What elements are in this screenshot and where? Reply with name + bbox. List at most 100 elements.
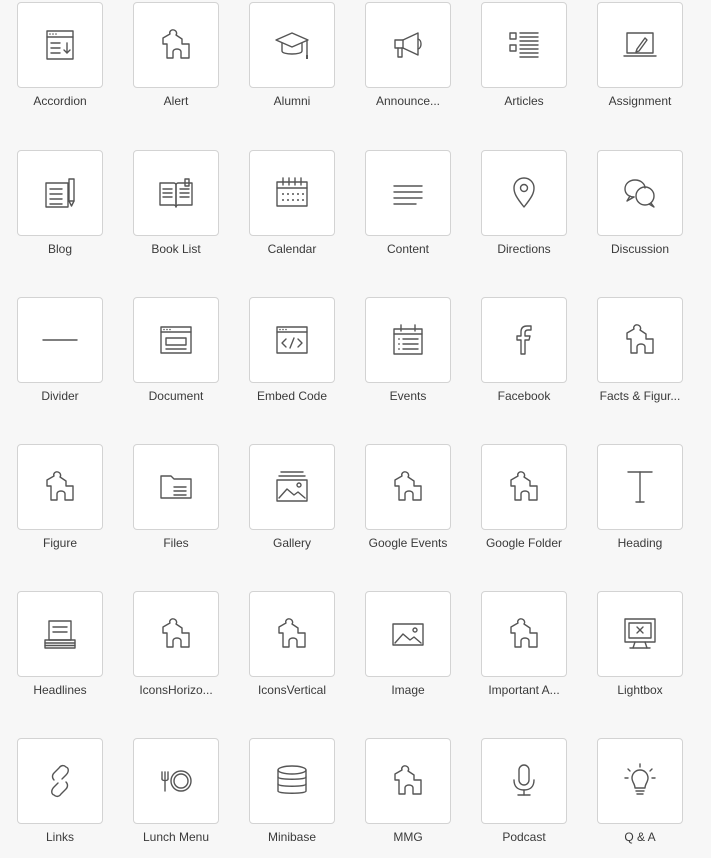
widget-tile[interactable] [365,150,451,236]
book-icon [156,173,196,213]
widget-tile[interactable] [481,444,567,530]
accordion-icon [40,25,80,65]
widget-tile[interactable] [597,150,683,236]
widget-minibase[interactable]: Minibase [235,738,339,858]
widget-accordion[interactable]: Accordion [3,2,107,122]
widget-lunch-menu[interactable]: Lunch Menu [119,738,223,858]
widget-tile[interactable] [133,738,219,824]
widget-tile[interactable] [17,297,103,383]
widget-divider[interactable]: Divider [3,297,107,417]
widget-tile[interactable] [365,444,451,530]
widget-tile[interactable] [365,591,451,677]
widget-lightbox[interactable]: Lightbox [583,591,687,711]
widget-label: IconsHorizo... [139,683,213,697]
widget-tile[interactable] [133,2,219,88]
headlines-icon [40,614,80,654]
widget-google-events[interactable]: Google Events [351,444,455,564]
widget-tile[interactable] [597,444,683,530]
widget-tile[interactable] [481,738,567,824]
database-icon [272,761,312,801]
widget-tile[interactable] [597,738,683,824]
widget-label: IconsVertical [257,683,327,697]
widget-tile[interactable] [481,150,567,236]
widget-label: Embed Code [256,389,328,403]
widget-files[interactable]: Files [119,444,223,564]
puzzle-icon [388,467,428,507]
widget-tile[interactable] [481,297,567,383]
widget-tile[interactable] [249,297,335,383]
map-pin-icon [504,173,544,213]
widget-image[interactable]: Image [351,591,455,711]
plate-fork-icon [156,761,196,801]
megaphone-icon [388,25,428,65]
widget-tile[interactable] [597,2,683,88]
widget-headlines[interactable]: Headlines [3,591,107,711]
widget-label: Blog [47,242,73,256]
widget-tile[interactable] [249,2,335,88]
widget-facts-figur[interactable]: Facts & Figur... [583,297,687,417]
widget-label: Lunch Menu [142,830,210,844]
widget-events[interactable]: Events [351,297,455,417]
widget-alert[interactable]: Alert [119,2,223,122]
widget-facebook[interactable]: Facebook [467,297,571,417]
widget-figure[interactable]: Figure [3,444,107,564]
widget-tile[interactable] [365,738,451,824]
widget-heading[interactable]: Heading [583,444,687,564]
widget-tile[interactable] [481,2,567,88]
widget-label: Alert [163,94,189,108]
widget-tile[interactable] [365,2,451,88]
widget-content[interactable]: Content [351,150,455,270]
widget-embed-code[interactable]: Embed Code [235,297,339,417]
widget-tile[interactable] [249,591,335,677]
widget-calendar[interactable]: Calendar [235,150,339,270]
widget-tile[interactable] [249,150,335,236]
widget-tile[interactable] [133,297,219,383]
widget-tile[interactable] [133,591,219,677]
puzzle-icon [156,614,196,654]
widget-iconshorizo[interactable]: IconsHorizo... [119,591,223,711]
widget-tile[interactable] [597,297,683,383]
widget-tile[interactable] [597,591,683,677]
widget-label: Content [386,242,430,256]
widget-discussion[interactable]: Discussion [583,150,687,270]
widget-tile[interactable] [481,591,567,677]
widget-q-a[interactable]: Q & A [583,738,687,858]
widget-label: Important A... [488,683,560,697]
widget-mmg[interactable]: MMG [351,738,455,858]
widget-tile[interactable] [249,444,335,530]
widget-tile[interactable] [17,2,103,88]
widget-google-folder[interactable]: Google Folder [467,444,571,564]
widget-tile[interactable] [17,150,103,236]
widget-label: Heading [617,536,663,550]
widget-tile[interactable] [249,738,335,824]
widget-blog[interactable]: Blog [3,150,107,270]
widget-label: Minibase [267,830,317,844]
gallery-icon [272,467,312,507]
widget-important-a[interactable]: Important A... [467,591,571,711]
document-window-icon [156,320,196,360]
widget-announce[interactable]: Announce... [351,2,455,122]
lightbox-icon [620,614,660,654]
laptop-pencil-icon [620,25,660,65]
widget-document[interactable]: Document [119,297,223,417]
widget-tile[interactable] [17,591,103,677]
puzzle-icon [504,467,544,507]
widget-tile[interactable] [133,444,219,530]
widget-alumni[interactable]: Alumni [235,2,339,122]
widget-tile[interactable] [133,150,219,236]
widget-tile[interactable] [17,738,103,824]
widget-grid: Accordion Alert Alumni Announce... Articles A… [0,0,711,844]
widget-label: Directions [497,242,551,256]
widget-podcast[interactable]: Podcast [467,738,571,858]
widget-assignment[interactable]: Assignment [583,2,687,122]
widget-gallery[interactable]: Gallery [235,444,339,564]
widget-tile[interactable] [17,444,103,530]
widget-tile[interactable] [365,297,451,383]
widget-directions[interactable]: Directions [467,150,571,270]
widget-articles[interactable]: Articles [467,2,571,122]
widget-book-list[interactable]: Book List [119,150,223,270]
widget-iconsvertical[interactable]: IconsVertical [235,591,339,711]
widget-links[interactable]: Links [3,738,107,858]
widget-label: Links [45,830,74,844]
widget-label: Podcast [502,830,546,844]
